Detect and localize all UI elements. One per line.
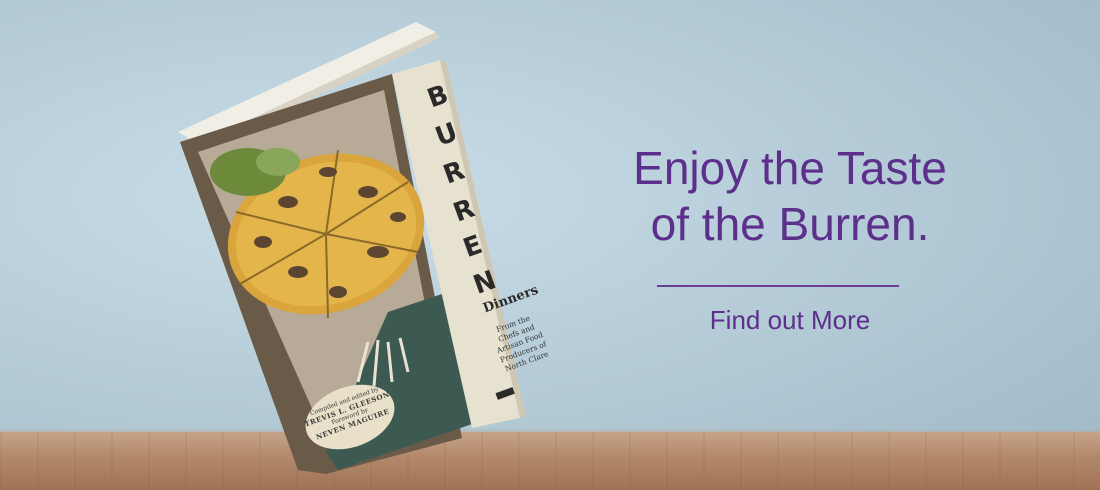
promo-headline: Enjoy the Taste of the Burren. xyxy=(580,140,1000,252)
headline-divider xyxy=(657,285,899,287)
headline-line-1: Enjoy the Taste xyxy=(633,142,947,194)
cookbook-cover[interactable]: B U R R E N Dinners From the Chefs and A… xyxy=(178,22,578,482)
headline-line-2: of the Burren. xyxy=(650,198,930,250)
find-out-more-link[interactable]: Find out More xyxy=(580,305,1000,336)
hero-banner: B U R R E N Dinners From the Chefs and A… xyxy=(0,0,1100,490)
